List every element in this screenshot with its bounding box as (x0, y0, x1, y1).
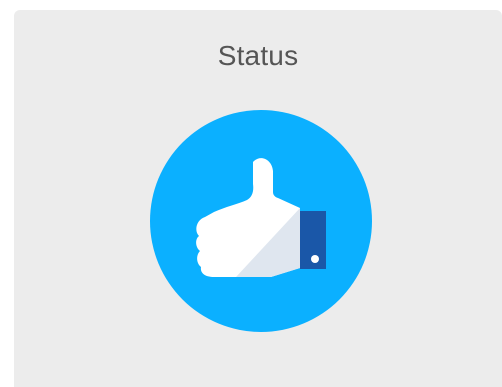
status-title: Status (217, 40, 299, 71)
status-card: Status (14, 10, 502, 387)
cuff-button (311, 255, 319, 263)
thumbs-up-icon (150, 110, 372, 332)
